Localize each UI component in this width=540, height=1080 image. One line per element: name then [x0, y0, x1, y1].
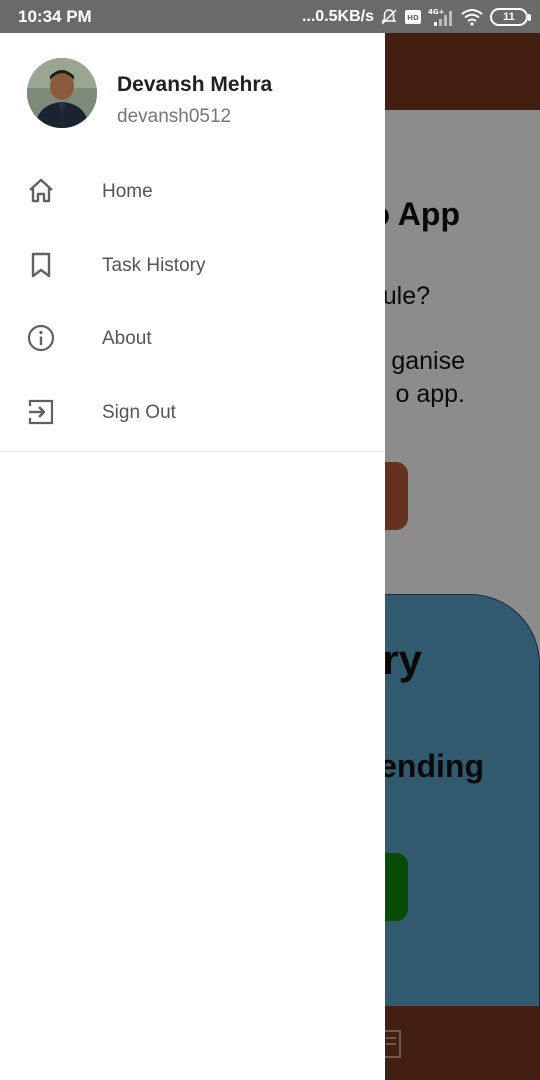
status-time: 10:34 PM: [18, 7, 92, 26]
wifi-icon: [460, 8, 484, 26]
user-name: Devansh Mehra: [117, 73, 273, 96]
drawer-divider: [0, 451, 385, 452]
menu-item-about-label: About: [102, 328, 152, 349]
status-right-group: ...0.5KB/s HD 4G+ 11: [301, 5, 531, 29]
menu-item-task-history-label: Task History: [102, 254, 206, 276]
menu-item-task-history[interactable]: Task History: [0, 227, 385, 301]
home-icon: [29, 178, 53, 203]
status-bar: 10:34 PM ...0.5KB/s HD 4G+ 11: [0, 0, 540, 33]
sign-out-icon: [28, 399, 54, 424]
menu-item-home-label: Home: [102, 181, 153, 202]
info-icon: [27, 324, 55, 352]
bookmark-icon: [31, 252, 51, 277]
drawer-menu: Home Task History About Sign Out: [0, 153, 385, 447]
svg-text:4G+: 4G+: [428, 8, 445, 16]
network-speed: ...0.5KB/s: [301, 8, 374, 25]
battery-level: 11: [503, 11, 515, 23]
menu-item-sign-out-label: Sign Out: [102, 401, 176, 423]
menu-item-sign-out[interactable]: Sign Out: [0, 374, 385, 448]
4g-signal-icon: 4G+: [428, 7, 454, 27]
avatar[interactable]: [27, 58, 97, 128]
svg-text:HD: HD: [407, 14, 419, 22]
volte-icon: HD: [404, 9, 422, 25]
avatar-image: [27, 58, 97, 128]
battery-icon: 11: [490, 8, 531, 26]
navigation-drawer: Devansh Mehra devansh0512 Home Task Hist…: [0, 33, 385, 1080]
menu-item-home[interactable]: Home: [0, 153, 385, 227]
drawer-header: Devansh Mehra devansh0512: [0, 33, 385, 153]
mute-bell-icon: [380, 8, 398, 26]
user-handle: devansh0512: [117, 106, 232, 127]
menu-item-about[interactable]: About: [0, 300, 385, 374]
